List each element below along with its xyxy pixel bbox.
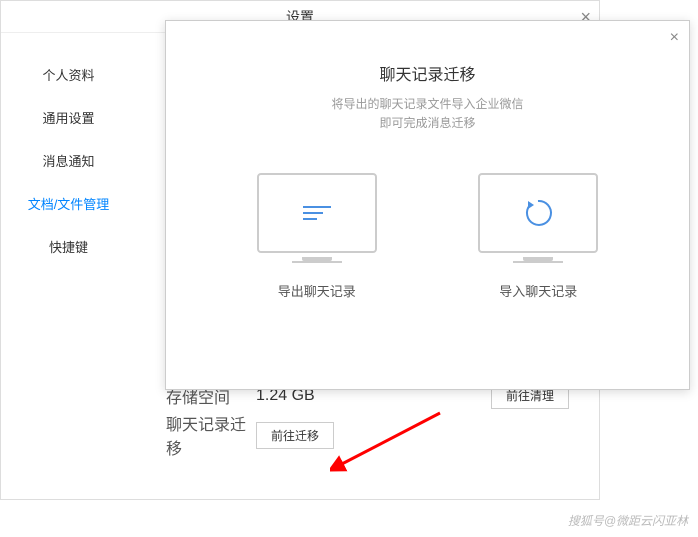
export-option[interactable]: 导出聊天记录 bbox=[257, 173, 377, 300]
migrate-row: 聊天记录迁移 前往迁移 bbox=[166, 411, 569, 459]
settings-sidebar: 个人资料 通用设置 消息通知 文档/文件管理 快捷键 bbox=[1, 33, 136, 499]
monitor-icon bbox=[478, 173, 598, 253]
monitor-icon bbox=[257, 173, 377, 253]
modal-subtitle-line1: 将导出的聊天记录文件导入企业微信 bbox=[331, 97, 523, 111]
migrate-label: 聊天记录迁移 bbox=[166, 411, 256, 459]
import-option[interactable]: 导入聊天记录 bbox=[478, 173, 598, 300]
modal-subtitle-line2: 即可完成消息迁移 bbox=[379, 116, 475, 130]
modal-title: 聊天记录迁移 bbox=[166, 61, 689, 85]
sidebar-item-files[interactable]: 文档/文件管理 bbox=[1, 182, 136, 225]
import-label: 导入聊天记录 bbox=[478, 281, 598, 300]
sidebar-item-profile[interactable]: 个人资料 bbox=[1, 53, 136, 96]
watermark-text: 搜狐号@微距云闪亚林 bbox=[568, 512, 688, 529]
sidebar-item-general[interactable]: 通用设置 bbox=[1, 96, 136, 139]
export-label: 导出聊天记录 bbox=[257, 281, 377, 300]
modal-close-icon[interactable]: × bbox=[670, 29, 679, 47]
modal-subtitle: 将导出的聊天记录文件导入企业微信 即可完成消息迁移 bbox=[166, 95, 689, 133]
modal-options: 导出聊天记录 导入聊天记录 bbox=[166, 173, 689, 300]
sidebar-item-shortcuts[interactable]: 快捷键 bbox=[1, 225, 136, 268]
sidebar-item-notifications[interactable]: 消息通知 bbox=[1, 139, 136, 182]
export-lines-icon bbox=[303, 206, 331, 220]
migrate-button[interactable]: 前往迁移 bbox=[256, 422, 334, 449]
migration-modal: × 聊天记录迁移 将导出的聊天记录文件导入企业微信 即可完成消息迁移 导出聊天记… bbox=[165, 20, 690, 390]
refresh-icon bbox=[522, 197, 554, 229]
